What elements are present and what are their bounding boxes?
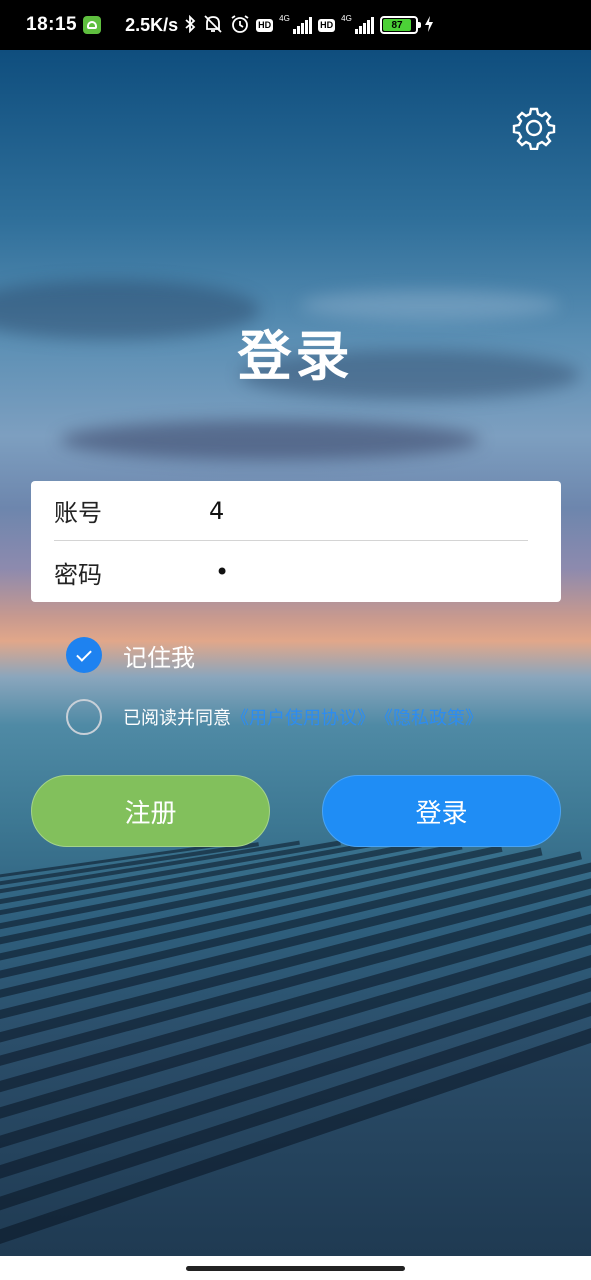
battery-icon: 87 [380, 16, 422, 34]
signal-icon: 4G [341, 14, 375, 34]
account-input[interactable] [209, 496, 509, 525]
login-button[interactable]: 登录 [322, 775, 561, 847]
navigation-bar [0, 1256, 591, 1280]
remember-me-label: 记住我 [123, 643, 195, 672]
network-type-label: 4G [341, 14, 352, 23]
password-input[interactable]: • [209, 558, 509, 586]
remember-me-option[interactable]: 记住我 [66, 637, 195, 673]
account-row: 账号 [54, 481, 528, 541]
network-speed: 2.5K/s [125, 14, 179, 35]
alarm-icon [230, 14, 250, 37]
hd-icon: HD [256, 18, 274, 32]
signal-icon: 4G [279, 14, 313, 34]
mute-icon [202, 14, 224, 37]
page-title: 登录 [237, 325, 354, 388]
bluetooth-icon [184, 14, 196, 36]
charging-icon [424, 15, 434, 36]
battery-level: 87 [383, 19, 411, 31]
status-bar: 18:15 2.5K/s HD 4G HD 4G 87 [0, 0, 591, 50]
status-time: 18:15 [26, 14, 78, 35]
gear-icon[interactable] [512, 106, 556, 151]
account-label: 账号 [54, 499, 102, 527]
app-notification-icon [83, 16, 102, 34]
agreement-checkbox[interactable] [66, 699, 102, 735]
user-agreement-link[interactable]: 《用户使用协议》 [231, 704, 375, 730]
agreement-text: 已阅读并同意 [123, 708, 231, 729]
privacy-policy-link[interactable]: 《隐私政策》 [375, 704, 483, 730]
network-type-label: 4G [279, 14, 290, 23]
agreement-option: 已阅读并同意 《用户使用协议》 《隐私政策》 [66, 699, 483, 735]
hd-icon: HD [318, 18, 336, 32]
register-button[interactable]: 注册 [31, 775, 270, 847]
password-label: 密码 [54, 560, 102, 589]
checkmark-icon [76, 645, 92, 662]
home-gesture-bar[interactable] [186, 1266, 405, 1271]
password-row: 密码 • [54, 542, 528, 602]
remember-me-checkbox[interactable] [66, 637, 102, 673]
status-icons: HD 4G HD 4G 87 [184, 14, 434, 37]
login-form: 账号 密码 • [31, 481, 561, 602]
